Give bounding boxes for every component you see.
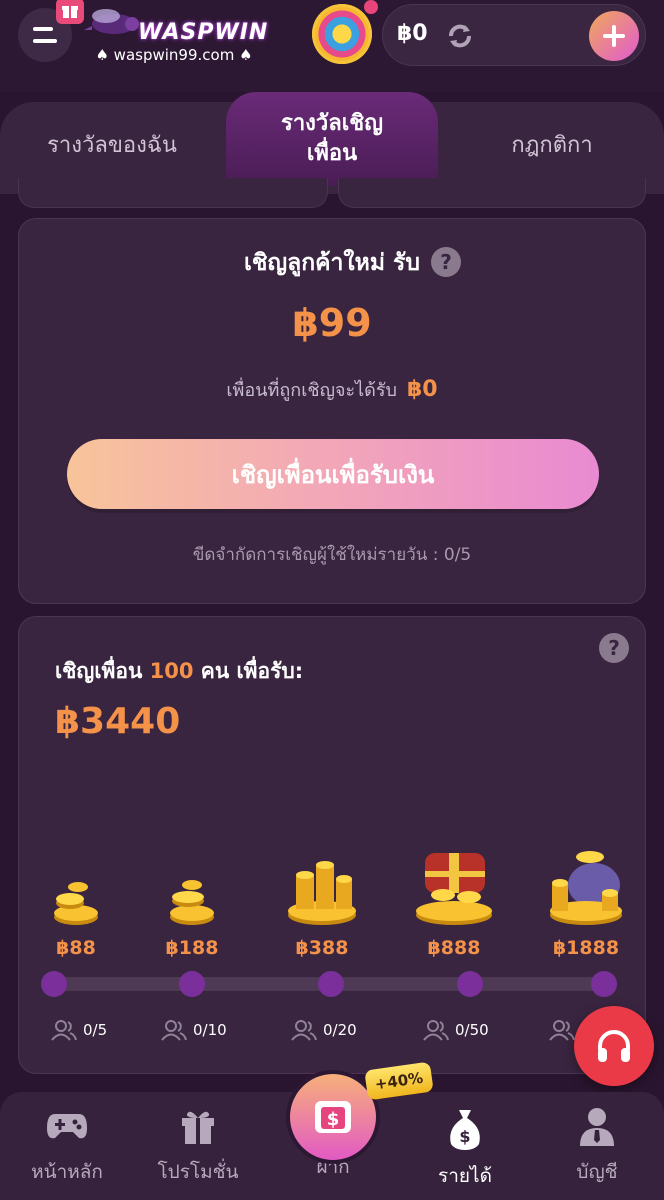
nav-earnings[interactable]: $ รายได้ (400, 1106, 530, 1191)
people-icon (51, 1020, 77, 1041)
nav-home-label: หน้าหลัก (31, 1161, 103, 1183)
progress-node (318, 971, 344, 997)
people-icon (549, 1020, 575, 1041)
people-icon (161, 1020, 187, 1041)
app-header: WASPWIN ♠ waspwin99.com ♠ ฿0 (0, 0, 664, 92)
progress-node (41, 971, 67, 997)
nav-promotions-label: โปรโมชั่น (157, 1161, 239, 1183)
coin-stack-icon (54, 882, 98, 925)
coin-pile-icon (288, 861, 356, 925)
daily-invite-limit: ขีดจำกัดการเชิญผู้ใช้ใหม่รายวัน : 0/5 (192, 545, 472, 565)
balance-value: ฿0 (397, 21, 428, 46)
notification-dot (364, 0, 378, 14)
tier-progress-text: 0/50 (455, 1021, 489, 1039)
customer-support-button[interactable] (574, 1006, 654, 1086)
milestone-card: ? เชิญเพื่อน 100 คน เพื่อรับ: ฿3440 ฿88 … (18, 616, 646, 1074)
svg-text:$: $ (327, 1109, 340, 1130)
coin-stack-icon (170, 880, 214, 925)
menu-icon-bar (33, 27, 53, 31)
tab-invite-rewards[interactable]: รางวัลเชิญเพื่อน (226, 92, 438, 186)
tier-progress-text: 0/5 (83, 1021, 108, 1039)
tab-my-rewards[interactable]: รางวัลของฉัน (0, 102, 224, 186)
tier-amount: ฿88 (56, 937, 96, 959)
tab-rules[interactable]: กฎกติกา (440, 102, 664, 186)
nav-home[interactable]: หน้าหลัก (2, 1106, 132, 1187)
invite-card: เชิญลูกค้าใหม่ รับ ? ฿99 เพื่อนที่ถูกเชิ… (18, 218, 646, 604)
milestone-count: 100 (149, 659, 194, 683)
refresh-icon[interactable] (445, 21, 475, 51)
tab-invite-label: รางวัลเชิญเพื่อน (281, 111, 383, 166)
user-icon (580, 1108, 614, 1146)
friend-gets-row: เพื่อนที่ถูกเชิญจะได้รับ ฿0 (19, 375, 645, 404)
help-icon[interactable]: ? (599, 633, 629, 663)
headset-icon (598, 1030, 630, 1062)
tier-item: ฿888 (399, 845, 509, 959)
friend-gets-label: เพื่อนที่ถูกเชิญจะได้รับ (226, 380, 397, 401)
tier-progress: 0/50 (423, 1019, 513, 1041)
invite-reward-amount: ฿99 (292, 301, 372, 345)
milestone-title: เชิญเพื่อน 100 คน เพื่อรับ: (55, 655, 303, 688)
tier-item: ฿1888 (531, 845, 641, 959)
gift-icon[interactable] (56, 0, 84, 24)
nav-account-label: บัญชี (576, 1161, 618, 1183)
gift-icon (182, 1111, 214, 1144)
nav-earnings-label: รายได้ (438, 1165, 492, 1187)
tier-amount: ฿888 (427, 937, 481, 959)
menu-icon-bar (33, 39, 57, 43)
deposit-button[interactable]: $ (290, 1074, 376, 1160)
milestone-total: ฿3440 (55, 701, 181, 742)
tier-item: ฿188 (137, 873, 247, 959)
tier-progress-text: 0/20 (323, 1021, 357, 1039)
tier-amount: ฿1888 (552, 937, 620, 959)
tier-item: ฿388 (267, 855, 377, 959)
partial-card (18, 178, 328, 208)
logo-text: WASPWIN (138, 20, 269, 45)
partial-card (338, 178, 646, 208)
svg-text:$: $ (459, 1127, 470, 1146)
invite-friends-button[interactable]: เชิญเพื่อนเพื่อรับเงิน (67, 439, 599, 509)
add-funds-button[interactable] (589, 11, 639, 61)
gamepad-icon (47, 1114, 87, 1139)
money-sack-icon (550, 851, 622, 925)
milestone-title-suffix: คน เพื่อรับ: (200, 659, 304, 683)
nav-account[interactable]: บัญชี (532, 1106, 662, 1187)
money-bag-icon: $ (450, 1110, 480, 1150)
progress-node (591, 971, 617, 997)
lucky-wheel-icon[interactable] (312, 4, 372, 64)
milestone-tiers: ฿88 ฿188 ฿388 ฿888 ฿1888 0/5 0/10 0/20 0… (19, 843, 645, 1063)
friend-gets-value: ฿0 (406, 377, 438, 402)
invite-title: เชิญลูกค้าใหม่ รับ (19, 245, 645, 281)
treasure-chest-icon (416, 853, 492, 925)
plus-icon (603, 25, 625, 47)
site-url: ♠ waspwin99.com ♠ (95, 46, 253, 64)
milestone-title-prefix: เชิญเพื่อน (55, 659, 143, 683)
tier-amount: ฿388 (295, 937, 349, 959)
balance-box: ฿0 (382, 4, 646, 66)
invite-title-text: เชิญลูกค้าใหม่ รับ (244, 250, 420, 276)
people-icon (291, 1020, 317, 1041)
tier-progress: 0/5 (51, 1019, 141, 1041)
people-icon (423, 1020, 449, 1041)
tier-progress-text: 0/10 (193, 1021, 227, 1039)
progress-node (179, 971, 205, 997)
deposit-icon: $ (315, 1101, 351, 1133)
tier-amount: ฿188 (165, 937, 219, 959)
tier-item: ฿88 (21, 873, 131, 959)
help-icon[interactable]: ? (431, 247, 461, 277)
progress-node (457, 971, 483, 997)
nav-promotions[interactable]: โปรโมชั่น (133, 1106, 263, 1187)
tier-progress: 0/20 (291, 1019, 381, 1041)
tier-progress: 0/10 (161, 1019, 251, 1041)
